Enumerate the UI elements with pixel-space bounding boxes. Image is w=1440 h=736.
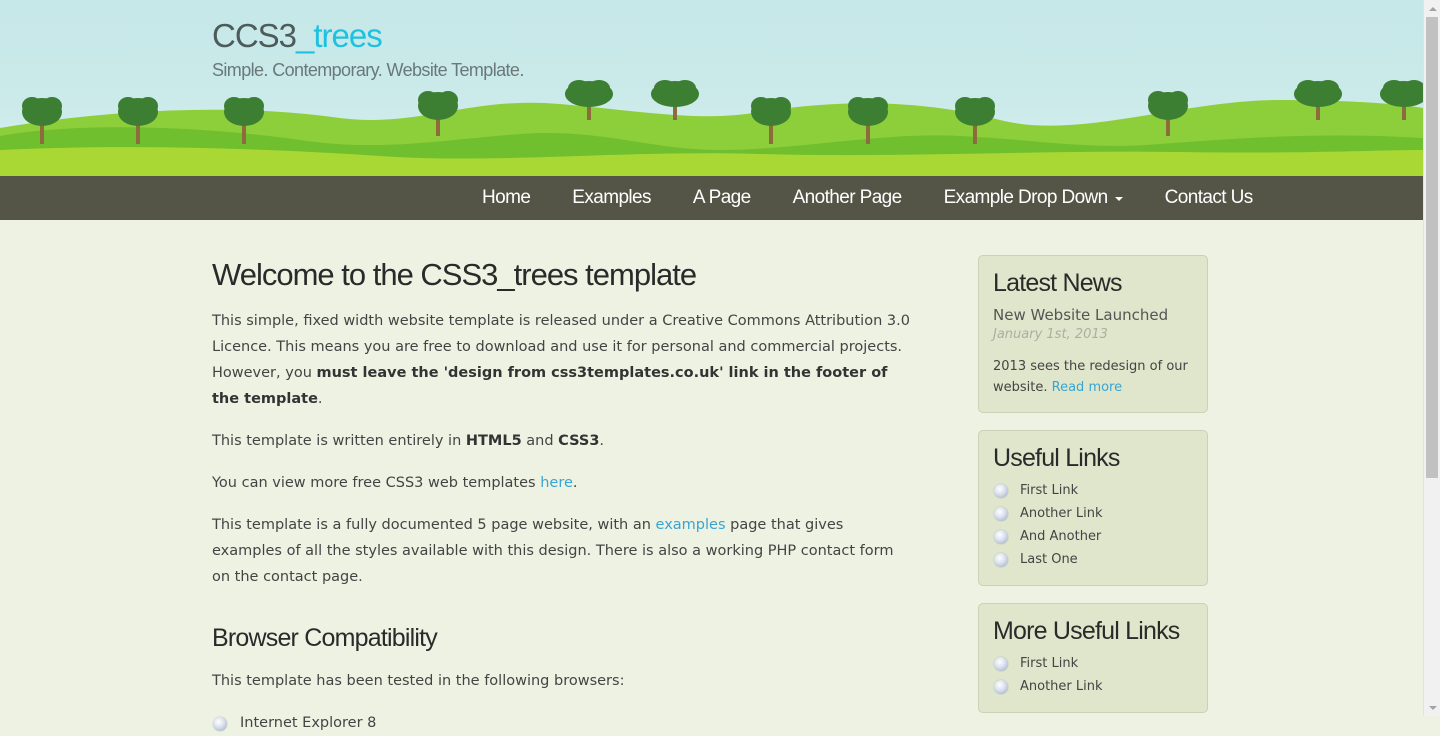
- sidebar-link-item[interactable]: Another Link: [993, 675, 1193, 698]
- scroll-up-button[interactable]: [1424, 0, 1440, 17]
- site-logo[interactable]: CCS3_trees: [212, 14, 383, 58]
- arrow-up-icon: [1428, 6, 1437, 11]
- nav-item-label: Example Drop Down: [943, 187, 1109, 208]
- site-header: CCS3_trees Simple. Contemporary. Website…: [0, 0, 1423, 176]
- nav-list: Home Examples A Page Another Page Exampl…: [461, 176, 1274, 220]
- bullet-icon: [994, 530, 1008, 544]
- more-useful-links-list: First Link Another Link: [993, 652, 1193, 698]
- sidebar-link-item[interactable]: First Link: [993, 479, 1193, 502]
- nav-item-example-drop-down[interactable]: Example Drop Down: [923, 176, 1144, 220]
- paragraph-text: and: [521, 433, 559, 449]
- paragraph-text: .: [572, 475, 578, 491]
- useful-links-list: First Link Another Link And Another Last…: [993, 479, 1193, 571]
- bullet-icon: [994, 507, 1008, 521]
- logo-main-text: CCS3: [212, 17, 297, 54]
- scroll-thumb[interactable]: [1426, 17, 1438, 478]
- paragraph-text: You can view more free CSS3 web template…: [212, 475, 541, 491]
- news-item-title: New Website Launched: [993, 306, 1169, 324]
- nav-item-contact-us[interactable]: Contact Us: [1144, 176, 1274, 220]
- sidebar-link-label: Another Link: [1020, 679, 1103, 694]
- paragraph-text: .: [599, 433, 605, 449]
- nav-item-label: Contact Us: [1164, 187, 1254, 208]
- latest-news-heading: Latest News: [993, 269, 1123, 297]
- sidebar-link-item[interactable]: Last One: [993, 548, 1193, 571]
- documentation-paragraph: This template is a fully documented 5 pa…: [212, 512, 912, 590]
- useful-links-heading: Useful Links: [993, 444, 1120, 472]
- list-item-label: Internet Explorer 8: [240, 715, 377, 731]
- sidebar-link-label: First Link: [1020, 483, 1079, 498]
- more-templates-paragraph: You can view more free CSS3 web template…: [212, 470, 912, 496]
- bullet-icon: [213, 717, 227, 731]
- html5-text: HTML5: [465, 433, 522, 449]
- browser-compat-heading: Browser Compatibility: [212, 624, 438, 652]
- browser-list: Internet Explorer 8: [212, 710, 912, 736]
- nav-item-home[interactable]: Home: [461, 176, 551, 220]
- tech-paragraph: This template is written entirely in HTM…: [212, 428, 912, 454]
- bullet-icon: [994, 680, 1008, 694]
- bullet-icon: [994, 484, 1008, 498]
- caret-down-icon: [1114, 197, 1123, 201]
- news-item-date: January 1st, 2013: [993, 327, 1108, 342]
- paragraph-text: This template is written entirely in: [212, 433, 466, 449]
- nav-item-label: A Page: [692, 187, 751, 208]
- intro-paragraph: This simple, fixed width website templat…: [212, 308, 912, 412]
- nav-item-a-page[interactable]: A Page: [672, 176, 772, 220]
- paragraph-text: .: [317, 391, 323, 407]
- sidebar: Latest News New Website Launched January…: [978, 255, 1208, 730]
- more-useful-links-heading: More Useful Links: [993, 617, 1180, 645]
- examples-link[interactable]: examples: [656, 517, 726, 533]
- nav-item-another-page[interactable]: Another Page: [772, 176, 923, 220]
- list-item: Internet Explorer 8: [212, 710, 912, 736]
- sidebar-link-label: First Link: [1020, 656, 1079, 671]
- css3-text: CSS3: [558, 433, 600, 449]
- read-more-link[interactable]: Read more: [1052, 380, 1122, 395]
- sidebar-link-item[interactable]: And Another: [993, 525, 1193, 548]
- sidebar-link-label: Last One: [1020, 552, 1078, 567]
- arrow-down-icon: [1428, 705, 1437, 710]
- main-content: Welcome to the CSS3_trees template This …: [212, 252, 912, 736]
- useful-links-box: Useful Links First Link Another Link And…: [978, 430, 1208, 586]
- nav-item-label: Home: [482, 187, 531, 208]
- nav-item-label: Another Page: [792, 187, 903, 208]
- site-slogan: Simple. Contemporary. Website Template.: [212, 60, 524, 80]
- vertical-scrollbar[interactable]: [1423, 0, 1440, 716]
- page-title: Welcome to the CSS3_trees template: [212, 257, 697, 292]
- more-useful-links-box: More Useful Links First Link Another Lin…: [978, 603, 1208, 713]
- bullet-icon: [994, 553, 1008, 567]
- paragraph-text: This template is a fully documented 5 pa…: [212, 517, 656, 533]
- here-link[interactable]: here: [540, 475, 573, 491]
- news-item-body: 2013 sees the redesign of our website. R…: [993, 356, 1193, 398]
- logo-accent-text: _trees: [296, 17, 383, 54]
- bullet-icon: [994, 657, 1008, 671]
- nav-item-examples[interactable]: Examples: [551, 176, 672, 220]
- latest-news-box: Latest News New Website Launched January…: [978, 255, 1208, 413]
- nav-item-label: Examples: [572, 187, 651, 208]
- sidebar-link-item[interactable]: Another Link: [993, 502, 1193, 525]
- sidebar-link-label: And Another: [1020, 529, 1102, 544]
- scroll-down-button[interactable]: [1424, 699, 1440, 716]
- sidebar-link-item[interactable]: First Link: [993, 652, 1193, 675]
- main-nav: Home Examples A Page Another Page Exampl…: [0, 176, 1423, 220]
- sidebar-link-label: Another Link: [1020, 506, 1103, 521]
- browser-compat-paragraph: This template has been tested in the fol…: [212, 673, 625, 689]
